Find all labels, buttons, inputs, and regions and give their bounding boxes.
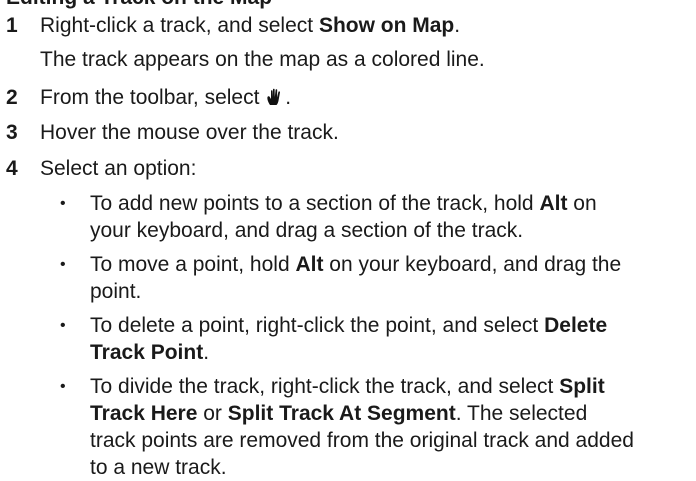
step-text: Select an option: [40,157,197,180]
bullet-dot: • [60,317,66,334]
option-text: To delete a point, right-click the point… [90,314,608,364]
hand-icon [265,87,285,107]
bullet-dot: • [60,256,66,273]
bullet-dot: • [60,195,66,212]
option-text: To add new points to a section of the tr… [90,192,597,242]
step-number: 3 [6,121,18,144]
step-number: 1 [6,14,18,37]
step-text: Right-click a track, and select Show on … [40,14,461,37]
section-heading: Editing a Track on the Map [6,0,272,10]
step-number: 4 [6,157,18,180]
step-text: Hover the mouse over the track. [40,121,339,144]
step-number: 2 [6,86,18,109]
step-1-result: The track appears on the map as a colore… [40,48,485,71]
menu-option-show-on-map: Show on Map [318,14,455,37]
option-text: To divide the track, right-click the tra… [90,375,634,479]
option-text: To move a point, hold Alt on your keyboa… [90,253,622,303]
bullet-dot: • [60,378,66,395]
step-text: From the toolbar, select . [40,86,292,109]
manual-page: Editing a Track on the Map 1 Right-click… [0,0,696,479]
